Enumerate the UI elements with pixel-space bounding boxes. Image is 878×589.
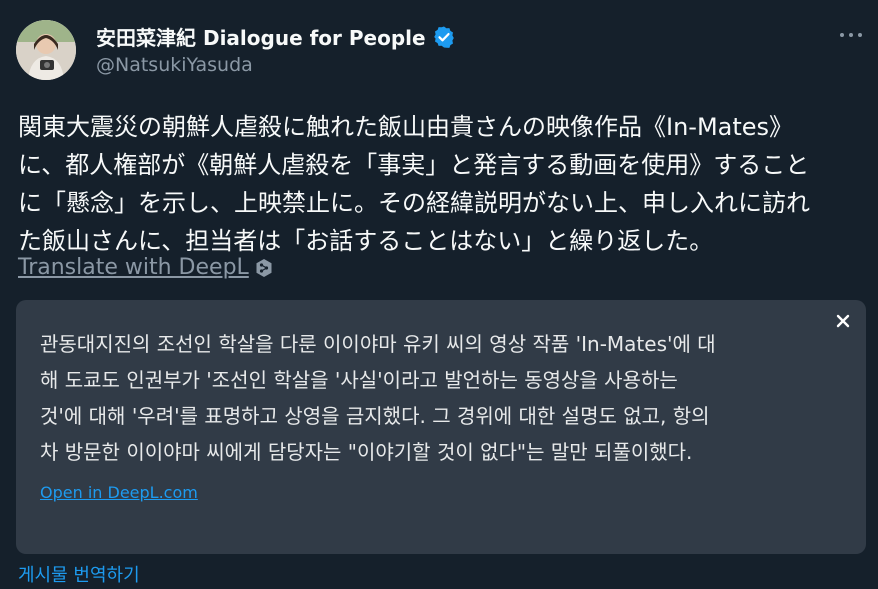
display-name[interactable]: 安田菜津紀 Dialogue for People xyxy=(96,22,426,51)
deepl-translate-row: Translate with DeepL xyxy=(18,255,273,280)
open-in-deepl-link[interactable]: Open in DeepL.com xyxy=(40,483,198,502)
tweet-text-line: に「懸念」を示し、上映禁止に。その経緯説明がない上、申し入れに訪れ xyxy=(18,189,810,217)
more-horizontal-icon[interactable] xyxy=(840,26,862,44)
tweet-text-line: 関東大震災の朝鮮人虐殺に触れた飯山由貴さんの映像作品《In-Mates》 xyxy=(18,113,794,141)
translation-line: 해 도쿄도 인권부가 '조선인 학살을 '사실'이라고 발언하는 동영상을 사용… xyxy=(40,368,678,392)
close-icon[interactable] xyxy=(834,312,852,330)
translate-post-link[interactable]: 게시물 번역하기 xyxy=(18,561,140,587)
translation-line: 것'에 대해 '우려'를 표명하고 상영을 금지했다. 그 경위에 대한 설명도… xyxy=(40,404,710,428)
avatar[interactable] xyxy=(16,20,76,80)
verified-badge-icon xyxy=(433,26,454,48)
tweet-text: 関東大震災の朝鮮人虐殺に触れた飯山由貴さんの映像作品《In-Mates》 に、都… xyxy=(18,108,866,260)
tweet: 安田菜津紀 Dialogue for People @NatsukiYasuda… xyxy=(0,0,878,589)
deepl-logo-icon xyxy=(256,258,272,277)
translate-with-deepl-link[interactable]: Translate with DeepL xyxy=(18,255,249,280)
profile-photo-avatar xyxy=(16,20,76,80)
translation-line: 관동대지진의 조선인 학살을 다룬 이이야마 유키 씨의 영상 작품 'In-M… xyxy=(40,332,716,356)
tweet-text-line: に、都人権部が《朝鮮人虐殺を「事実」と発言する動画を使用》すること xyxy=(18,151,810,179)
translation-text: 관동대지진의 조선인 학살을 다룬 이이야마 유키 씨의 영상 작품 'In-M… xyxy=(40,326,830,470)
author-name-row[interactable]: 安田菜津紀 Dialogue for People xyxy=(96,22,456,51)
translation-line: 차 방문한 이이야마 씨에게 담당자는 "이야기할 것이 없다"는 말만 되풀이… xyxy=(40,440,693,464)
translation-panel: 관동대지진의 조선인 학살을 다룬 이이야마 유키 씨의 영상 작품 'In-M… xyxy=(16,300,866,554)
author-handle[interactable]: @NatsukiYasuda xyxy=(96,54,253,76)
